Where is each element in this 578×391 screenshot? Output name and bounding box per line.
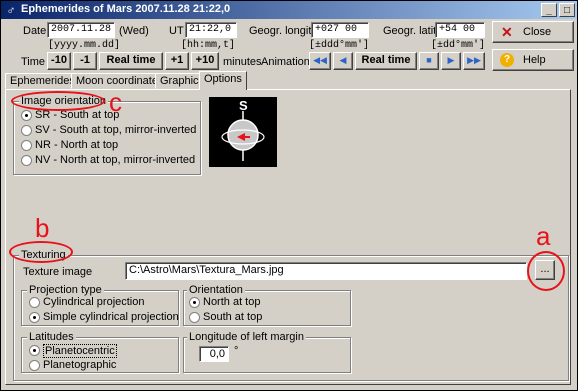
help-button-label: Help — [523, 54, 546, 66]
latitude-label: Geogr. latit. — [383, 25, 440, 37]
projection-type-title: Projection type — [27, 284, 104, 296]
close-button-label: Close — [523, 26, 552, 38]
annotation-ring-b — [9, 241, 73, 263]
longitude-margin-input[interactable]: 0,0 — [199, 346, 229, 362]
cylindrical-projection-radio[interactable] — [29, 297, 40, 308]
minus-1-button[interactable]: -1 — [73, 52, 97, 70]
planetographic-radio[interactable] — [29, 360, 40, 371]
plus-1-button[interactable]: +1 — [165, 52, 189, 70]
annotation-ring-a — [527, 251, 565, 291]
ut-format-hint: [hh:mm,t] — [181, 40, 236, 51]
preview-south-label: S — [239, 98, 248, 113]
fast-forward-icon: ▶▶ — [467, 55, 481, 65]
title-bar[interactable]: ♂ Ephemerides of Mars 2007.11.28 21:22,0… — [1, 1, 577, 19]
real-time-button[interactable]: Real time — [99, 52, 163, 70]
date-format-hint: [yyyy.mm.dd] — [48, 40, 121, 51]
orientation-preview: S — [209, 97, 277, 167]
latitude-input[interactable]: +54 00 — [435, 22, 485, 38]
longitude-input[interactable]: +027 00 — [311, 22, 369, 38]
orientation-nr-radio[interactable] — [21, 140, 32, 151]
close-button[interactable]: ✕ Close — [492, 21, 574, 43]
north-at-top-radio[interactable] — [189, 297, 200, 308]
rewind-icon: ◀ — [339, 55, 347, 65]
annotation-a: a — [536, 221, 551, 251]
orientation-sr-radio[interactable] — [21, 110, 32, 121]
orientation-sv-radio[interactable] — [21, 125, 32, 136]
plus-10-button[interactable]: +10 — [191, 52, 219, 70]
minimize-button[interactable]: _ — [541, 3, 557, 17]
fast-rewind-icon: ◀◀ — [313, 55, 327, 65]
latitudes-title: Latitudes — [27, 331, 76, 343]
texture-orientation-title: Orientation — [187, 284, 245, 296]
animation-fast-forward-button[interactable]: ▶▶ — [463, 52, 485, 70]
animation-back-button[interactable]: ◀ — [333, 52, 353, 70]
longitude-margin-title: Longitude of left margin — [187, 331, 306, 343]
texture-image-path-input[interactable]: C:\Astro\Mars\Textura_Mars.jpg — [125, 262, 527, 280]
ut-label: UT — [169, 25, 184, 37]
date-input[interactable]: 2007.11.28 — [47, 22, 115, 38]
main-window: ♂ Ephemerides of Mars 2007.11.28 21:22,0… — [0, 0, 578, 391]
south-at-top-label[interactable]: South at top — [203, 311, 262, 323]
texture-image-label: Texture image — [23, 266, 93, 278]
latitude-format-hint: [±dd°mm'] — [431, 40, 486, 51]
south-at-top-radio[interactable] — [189, 312, 200, 323]
mars-symbol-icon: ♂ — [6, 3, 16, 17]
annotation-ring-c — [11, 91, 105, 111]
simple-cylindrical-projection-label[interactable]: Simple cylindrical projection — [43, 311, 179, 323]
play-icon: ▶ — [447, 55, 455, 65]
simple-cylindrical-projection-radio[interactable] — [29, 312, 40, 323]
animation-label: Animation — [261, 56, 310, 68]
close-x-icon: ✕ — [501, 24, 513, 40]
planetocentric-radio[interactable] — [29, 345, 40, 356]
stop-icon: ■ — [426, 55, 432, 65]
maximize-button[interactable]: □ — [559, 3, 575, 17]
time-label: Time — [21, 56, 46, 68]
weekday-label: (Wed) — [119, 25, 149, 37]
planetocentric-label[interactable]: Planetocentric — [43, 344, 117, 358]
help-icon: ? — [500, 53, 514, 67]
animation-stop-button[interactable]: ■ — [419, 52, 439, 70]
annotation-c: c — [109, 87, 122, 117]
north-at-top-label[interactable]: North at top — [203, 296, 260, 308]
minutes-label: minutes — [223, 56, 262, 68]
longitude-margin-unit: ° — [234, 345, 239, 357]
orientation-nv-radio[interactable] — [21, 155, 32, 166]
minus-10-button[interactable]: -10 — [47, 52, 71, 70]
longitude-label: Geogr. longit. — [249, 25, 315, 37]
orientation-sv-label[interactable]: SV - South at top, mirror-inverted — [35, 124, 196, 136]
animation-fast-back-button[interactable]: ◀◀ — [309, 52, 331, 70]
cylindrical-projection-label[interactable]: Cylindrical projection — [43, 296, 145, 308]
help-button[interactable]: ? Help — [492, 49, 574, 71]
date-label: Date — [23, 25, 47, 37]
animation-forward-button[interactable]: ▶ — [441, 52, 461, 70]
planetographic-label[interactable]: Planetographic — [43, 359, 116, 371]
tab-ephemerides[interactable]: Ephemerides — [5, 73, 80, 89]
ut-input[interactable]: 21:22,0 — [185, 22, 237, 38]
orientation-nr-label[interactable]: NR - North at top — [35, 139, 118, 151]
animation-real-time-button[interactable]: Real time — [355, 52, 417, 70]
tab-options[interactable]: Options — [199, 71, 247, 90]
annotation-b: b — [35, 213, 50, 243]
window-title: Ephemerides of Mars 2007.11.28 21:22,0 — [21, 3, 231, 15]
longitude-format-hint: [±ddd°mm'] — [309, 40, 370, 51]
orientation-nv-label[interactable]: NV - North at top, mirror-inverted — [35, 154, 195, 166]
